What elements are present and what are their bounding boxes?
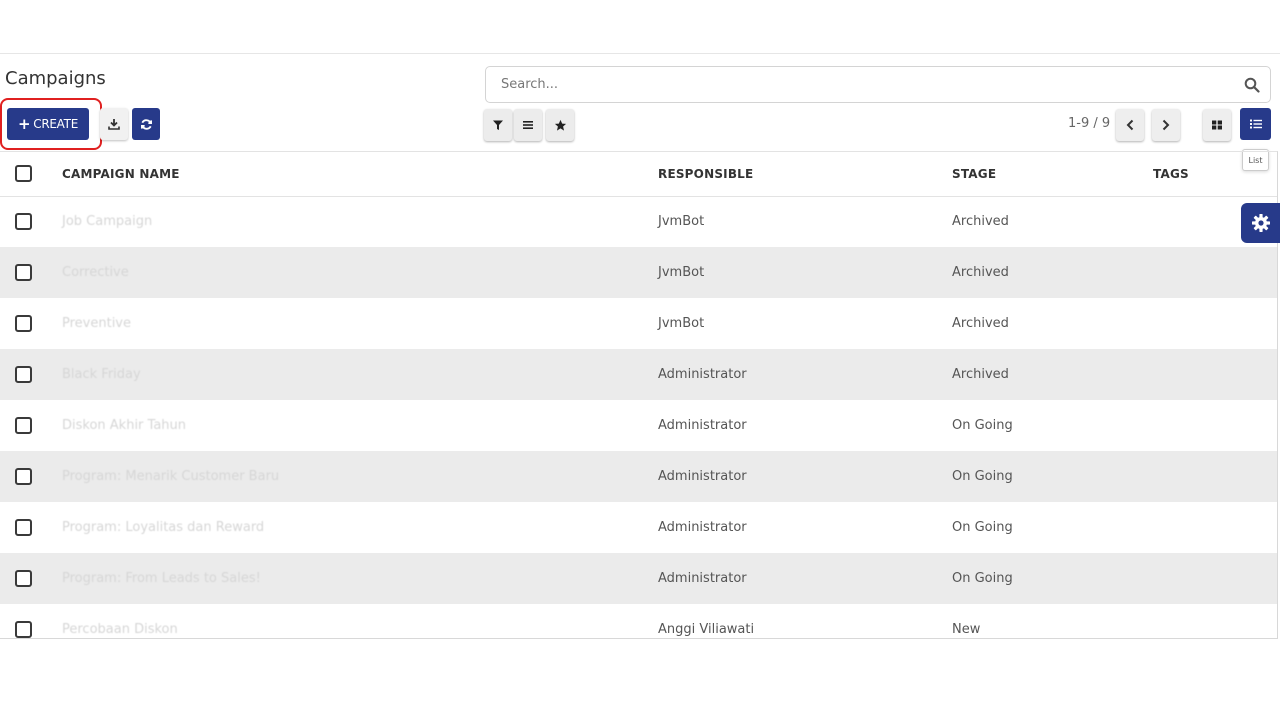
- campaign-name-cell[interactable]: Program: Menarik Customer Baru: [62, 451, 658, 502]
- row-checkbox[interactable]: [15, 264, 32, 281]
- filter-icon: [493, 120, 503, 130]
- gear-icon: [1251, 214, 1270, 232]
- tags-cell[interactable]: [1153, 298, 1277, 349]
- select-all-cell: [0, 152, 62, 197]
- search-input[interactable]: [486, 67, 1216, 102]
- tags-cell[interactable]: [1153, 247, 1277, 298]
- column-header-responsible[interactable]: RESPONSIBLE: [658, 152, 952, 197]
- group-by-icon: [523, 121, 533, 129]
- row-checkbox[interactable]: [15, 570, 32, 587]
- table-row[interactable]: Program: From Leads to Sales! Administra…: [0, 553, 1277, 604]
- stage-cell[interactable]: On Going: [952, 553, 1153, 604]
- search-icon[interactable]: [1244, 77, 1260, 93]
- row-select-cell: [0, 196, 62, 247]
- list-icon: [1249, 119, 1262, 129]
- campaign-name-cell[interactable]: Program: Loyalitas dan Reward: [62, 502, 658, 553]
- campaign-name-cell[interactable]: Preventive: [62, 298, 658, 349]
- stage-cell[interactable]: New: [952, 604, 1153, 638]
- tags-cell[interactable]: [1153, 553, 1277, 604]
- table-row[interactable]: Percobaan Diskon Anggi Viliawati New: [0, 604, 1277, 638]
- column-header-campaign-name[interactable]: CAMPAIGN NAME: [62, 152, 658, 197]
- chevron-left-icon: [1126, 119, 1134, 131]
- stage-cell[interactable]: Archived: [952, 196, 1153, 247]
- campaign-name-cell[interactable]: Job Campaign: [62, 196, 658, 247]
- page-title: Campaigns: [5, 68, 106, 89]
- campaign-name-cell[interactable]: Black Friday: [62, 349, 658, 400]
- table-row[interactable]: Job Campaign JvmBot Archived: [0, 196, 1277, 247]
- refresh-button[interactable]: [132, 108, 160, 140]
- tags-cell[interactable]: [1153, 502, 1277, 553]
- pager-value[interactable]: 1-9 / 9: [1068, 116, 1110, 131]
- responsible-cell[interactable]: Anggi Viliawati: [658, 604, 952, 638]
- favorites-button[interactable]: [546, 109, 574, 141]
- settings-button[interactable]: [1241, 203, 1280, 243]
- stage-cell[interactable]: On Going: [952, 451, 1153, 502]
- list-view-button[interactable]: [1240, 108, 1271, 140]
- filter-button[interactable]: [484, 109, 512, 141]
- table-row[interactable]: Preventive JvmBot Archived: [0, 298, 1277, 349]
- tags-cell[interactable]: [1153, 451, 1277, 502]
- plus-icon: +: [18, 114, 31, 133]
- stage-cell[interactable]: Archived: [952, 298, 1153, 349]
- row-checkbox[interactable]: [15, 315, 32, 332]
- responsible-cell[interactable]: Administrator: [658, 553, 952, 604]
- create-button-label: CREATE: [33, 117, 78, 131]
- select-all-checkbox[interactable]: [15, 165, 32, 183]
- row-select-cell: [0, 247, 62, 298]
- row-checkbox[interactable]: [15, 417, 32, 434]
- previous-page-button[interactable]: [1116, 109, 1144, 141]
- search-box: [485, 66, 1271, 103]
- table-row[interactable]: Program: Menarik Customer Baru Administr…: [0, 451, 1277, 502]
- campaigns-table: CAMPAIGN NAME RESPONSIBLE STAGE TAGS Job…: [0, 151, 1278, 639]
- table-row[interactable]: Corrective JvmBot Archived: [0, 247, 1277, 298]
- row-checkbox[interactable]: [15, 621, 32, 638]
- campaign-name-cell[interactable]: Percobaan Diskon: [62, 604, 658, 638]
- kanban-view-button[interactable]: [1203, 109, 1231, 141]
- kanban-icon: [1212, 120, 1222, 130]
- stage-cell[interactable]: Archived: [952, 349, 1153, 400]
- responsible-cell[interactable]: Administrator: [658, 451, 952, 502]
- tags-cell[interactable]: [1153, 400, 1277, 451]
- top-bar: [0, 0, 1280, 54]
- campaign-name-cell[interactable]: Corrective: [62, 247, 658, 298]
- responsible-cell[interactable]: Administrator: [658, 502, 952, 553]
- campaign-name-cell[interactable]: Diskon Akhir Tahun: [62, 400, 658, 451]
- download-icon: [108, 119, 120, 130]
- responsible-cell[interactable]: JvmBot: [658, 247, 952, 298]
- responsible-cell[interactable]: JvmBot: [658, 196, 952, 247]
- row-select-cell: [0, 604, 62, 638]
- create-button[interactable]: + CREATE: [7, 108, 89, 140]
- column-header-tags[interactable]: TAGS: [1153, 152, 1277, 197]
- download-button[interactable]: [100, 108, 128, 140]
- refresh-icon: [140, 118, 152, 130]
- row-select-cell: [0, 502, 62, 553]
- responsible-cell[interactable]: JvmBot: [658, 298, 952, 349]
- campaign-name-cell[interactable]: Program: From Leads to Sales!: [62, 553, 658, 604]
- stage-cell[interactable]: On Going: [952, 400, 1153, 451]
- star-icon: [554, 119, 566, 131]
- row-select-cell: [0, 298, 62, 349]
- tags-cell[interactable]: [1153, 604, 1277, 638]
- row-checkbox[interactable]: [15, 519, 32, 536]
- table-row[interactable]: Diskon Akhir Tahun Administrator On Goin…: [0, 400, 1277, 451]
- chevron-right-icon: [1162, 119, 1170, 131]
- row-checkbox[interactable]: [15, 366, 32, 383]
- responsible-cell[interactable]: Administrator: [658, 400, 952, 451]
- tags-cell[interactable]: [1153, 349, 1277, 400]
- table-row[interactable]: Black Friday Administrator Archived: [0, 349, 1277, 400]
- stage-cell[interactable]: Archived: [952, 247, 1153, 298]
- stage-cell[interactable]: On Going: [952, 502, 1153, 553]
- group-by-button[interactable]: [514, 109, 542, 141]
- responsible-cell[interactable]: Administrator: [658, 349, 952, 400]
- table-row[interactable]: Program: Loyalitas dan Reward Administra…: [0, 502, 1277, 553]
- table-header-row: CAMPAIGN NAME RESPONSIBLE STAGE TAGS: [0, 152, 1277, 197]
- row-select-cell: [0, 451, 62, 502]
- next-page-button[interactable]: [1152, 109, 1180, 141]
- row-select-cell: [0, 400, 62, 451]
- column-header-stage[interactable]: STAGE: [952, 152, 1153, 197]
- row-select-cell: [0, 553, 62, 604]
- row-select-cell: [0, 349, 62, 400]
- row-checkbox[interactable]: [15, 468, 32, 485]
- row-checkbox[interactable]: [15, 213, 32, 231]
